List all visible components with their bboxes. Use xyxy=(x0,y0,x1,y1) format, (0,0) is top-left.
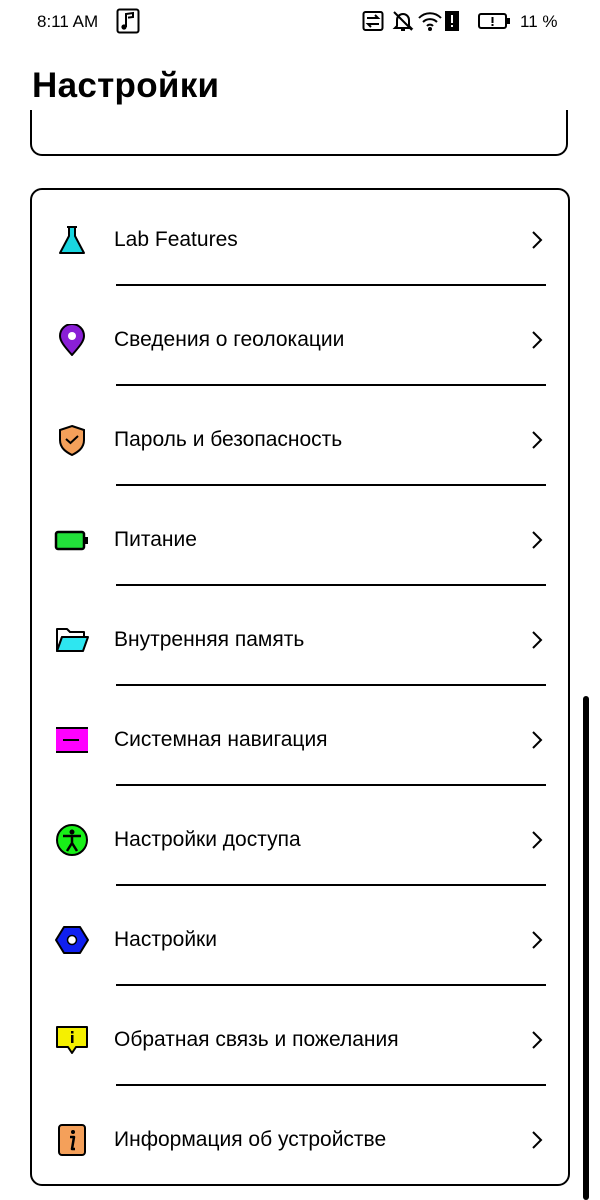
settings-item-label: Информация об устройстве xyxy=(114,1128,387,1151)
row-divider xyxy=(116,284,546,286)
settings-item-password-security[interactable]: Пароль и безопасность xyxy=(32,390,568,490)
previous-settings-card xyxy=(30,110,568,156)
battery-low-icon xyxy=(478,13,510,29)
row-divider xyxy=(116,484,546,486)
row-divider xyxy=(116,1084,546,1086)
settings-item-label: Пароль и безопасность xyxy=(114,428,343,451)
battery-icon xyxy=(54,530,88,551)
wifi-alert-icon xyxy=(418,12,442,31)
feedback-icon xyxy=(56,1026,88,1054)
chevron-right-icon xyxy=(532,931,543,949)
accessibility-icon xyxy=(56,824,88,856)
settings-item-label: Системная навигация xyxy=(114,728,328,751)
settings-item-system-navigation[interactable]: Системная навигация xyxy=(32,690,568,790)
flask-icon xyxy=(59,226,85,254)
chevron-right-icon xyxy=(532,331,543,349)
hex-nut-icon xyxy=(55,926,89,954)
chevron-right-icon xyxy=(532,1031,543,1049)
status-bar: 8:11 AM 11 % xyxy=(0,0,600,44)
row-divider xyxy=(116,584,546,586)
settings-item-settings[interactable]: Настройки xyxy=(32,890,568,990)
settings-item-label: Настройки доступа xyxy=(114,828,301,851)
settings-item-label: Питание xyxy=(114,528,197,551)
settings-item-label: Сведения о геолокации xyxy=(114,328,345,351)
chevron-right-icon xyxy=(532,531,543,549)
settings-item-power[interactable]: Питание xyxy=(32,490,568,590)
row-divider xyxy=(116,884,546,886)
navigation-bar-icon xyxy=(56,727,88,753)
page-title: Настройки xyxy=(32,66,220,105)
music-note-icon xyxy=(116,8,140,34)
mobile-alert-icon xyxy=(445,11,459,31)
settings-item-label: Обратная связь и пожелания xyxy=(114,1028,399,1051)
chevron-right-icon xyxy=(532,631,543,649)
settings-item-label: Настройки xyxy=(114,928,217,951)
shield-check-icon xyxy=(59,424,85,456)
chevron-right-icon xyxy=(532,831,543,849)
settings-item-geolocation[interactable]: Сведения о геолокации xyxy=(32,290,568,390)
status-time: 8:11 AM xyxy=(37,12,99,31)
location-pin-icon xyxy=(58,324,86,356)
row-divider xyxy=(116,384,546,386)
settings-item-feedback[interactable]: Обратная связь и пожелания xyxy=(32,990,568,1090)
settings-item-label: Lab Features xyxy=(114,228,238,251)
chevron-right-icon xyxy=(532,1131,543,1149)
scrollbar[interactable] xyxy=(583,696,589,1200)
info-icon xyxy=(58,1124,86,1156)
row-divider xyxy=(116,684,546,686)
settings-list-card: Lab Features Сведения о геолокации Парол… xyxy=(30,188,570,1186)
folder-icon xyxy=(56,628,89,652)
chevron-right-icon xyxy=(532,231,543,249)
notifications-off-icon xyxy=(392,11,414,31)
battery-percent: 11 % xyxy=(520,12,558,31)
settings-item-label: Внутренняя память xyxy=(114,628,305,651)
settings-item-device-info[interactable]: Информация об устройстве xyxy=(32,1090,568,1190)
chevron-right-icon xyxy=(532,431,543,449)
settings-item-internal-storage[interactable]: Внутренняя память xyxy=(32,590,568,690)
chevron-right-icon xyxy=(532,731,543,749)
settings-item-accessibility[interactable]: Настройки доступа xyxy=(32,790,568,890)
sync-icon xyxy=(362,11,384,31)
row-divider xyxy=(116,784,546,786)
row-divider xyxy=(116,984,546,986)
settings-item-lab-features[interactable]: Lab Features xyxy=(32,190,568,290)
